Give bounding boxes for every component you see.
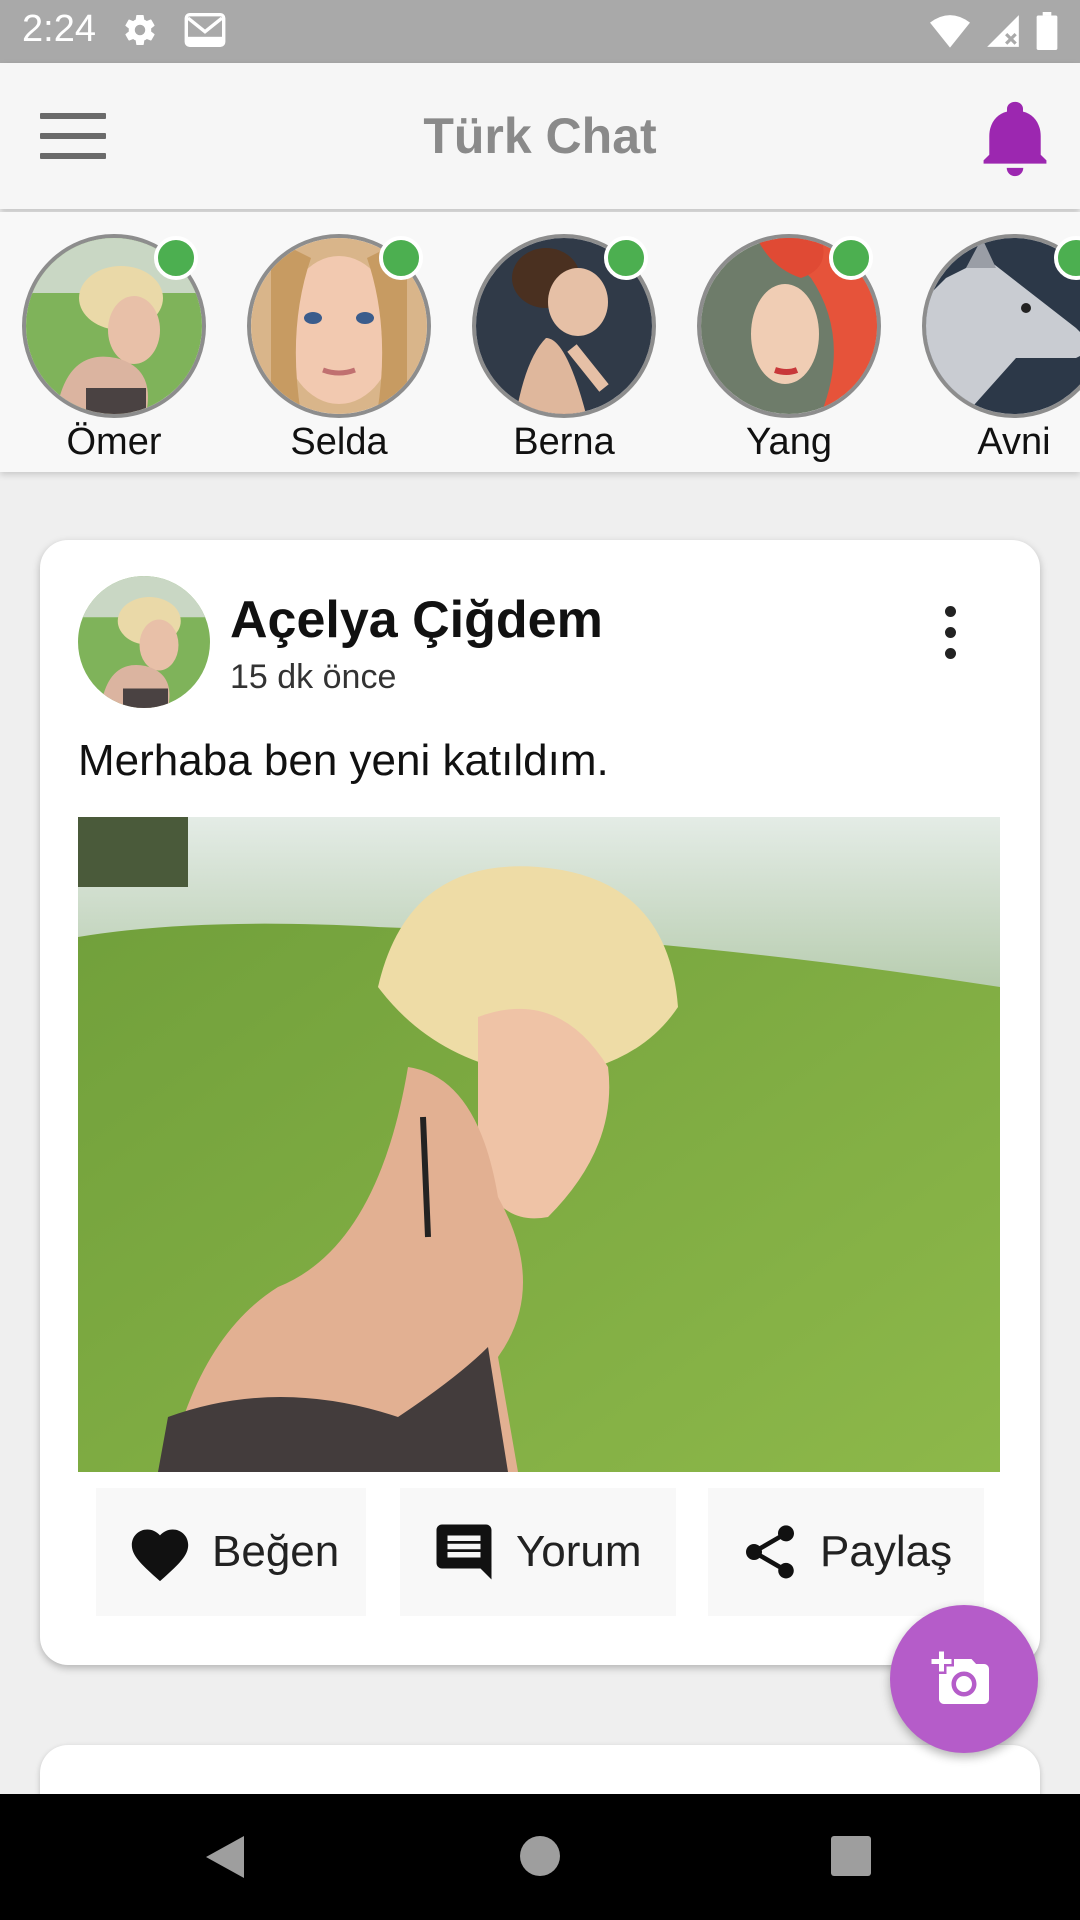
- post-card: Açelya Çiğdem 15 dk önce Merhaba ben yen…: [40, 540, 1040, 1665]
- comment-icon: [436, 1524, 492, 1580]
- home-icon[interactable]: [520, 1836, 560, 1876]
- like-label: Beğen: [212, 1527, 340, 1576]
- settings-icon: [125, 15, 155, 46]
- share-button[interactable]: Paylaş: [708, 1488, 984, 1616]
- story-item[interactable]: Avni: [912, 224, 1080, 464]
- story-name: Yang: [746, 421, 832, 463]
- story-item[interactable]: Berna: [462, 224, 662, 464]
- battery-icon: [1036, 12, 1058, 50]
- story-item[interactable]: Yang: [687, 224, 887, 464]
- heart-icon: [131, 1529, 189, 1582]
- story-item[interactable]: Ömer: [12, 224, 212, 464]
- online-indicator: [604, 236, 648, 280]
- like-button[interactable]: Beğen: [96, 1488, 366, 1616]
- add-photo-button[interactable]: [890, 1605, 1038, 1753]
- status-time: 2:24: [22, 8, 96, 50]
- comment-label: Yorum: [516, 1527, 642, 1576]
- share-icon: [746, 1525, 794, 1579]
- story-name: Selda: [290, 421, 388, 463]
- app-bar: Türk Chat: [0, 63, 1080, 209]
- screen: 2:24 Türk Chat Ömer Selda Berna Yang Avn…: [0, 0, 1080, 1920]
- story-name: Berna: [513, 421, 615, 463]
- status-bar: 2:24: [0, 0, 1080, 63]
- story-item[interactable]: Selda: [237, 224, 437, 464]
- back-icon[interactable]: [204, 1834, 246, 1880]
- online-indicator: [154, 236, 198, 280]
- online-indicator: [379, 236, 423, 280]
- story-name: Ömer: [66, 421, 162, 463]
- wifi-icon: [930, 15, 970, 48]
- post-text: Merhaba ben yeni katıldım.: [78, 736, 609, 785]
- story-name: Avni: [977, 421, 1051, 463]
- app-title: Türk Chat: [423, 108, 657, 164]
- more-options-icon[interactable]: [940, 606, 960, 662]
- bell-icon[interactable]: [980, 99, 1050, 179]
- signal-icon: [987, 15, 1019, 47]
- add-photo-icon: [931, 1651, 989, 1704]
- stories-row: Ömer Selda Berna Yang Avni: [0, 212, 1080, 472]
- gmail-icon: [184, 13, 226, 47]
- post-time: 15 dk önce: [230, 658, 397, 696]
- comment-button[interactable]: Yorum: [400, 1488, 676, 1616]
- post-author[interactable]: Açelya Çiğdem: [230, 590, 603, 650]
- avatar[interactable]: [78, 576, 210, 708]
- share-label: Paylaş: [820, 1527, 953, 1576]
- online-indicator: [829, 236, 873, 280]
- recents-icon[interactable]: [831, 1836, 871, 1876]
- navigation-bar: [0, 1794, 1080, 1920]
- post-image[interactable]: [78, 817, 1000, 1472]
